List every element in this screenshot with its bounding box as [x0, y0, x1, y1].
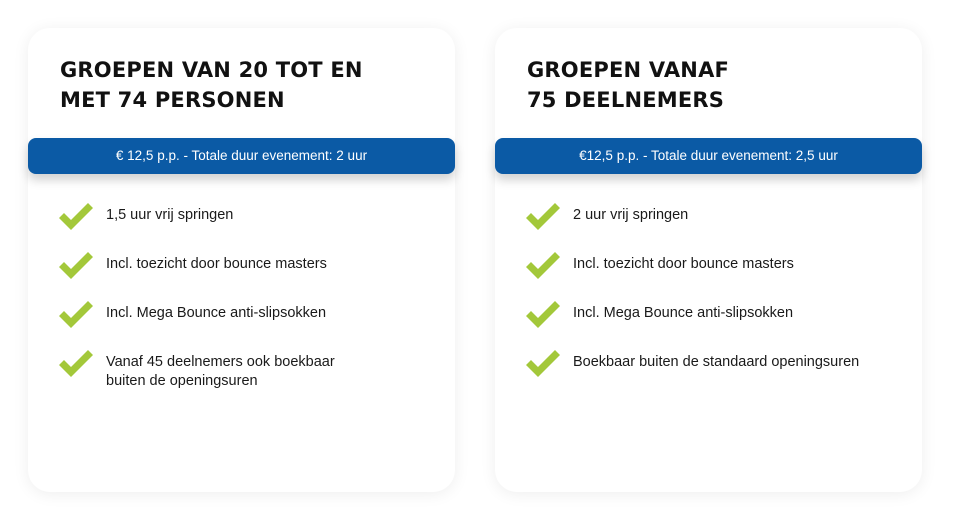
feature-item: Vanaf 45 deelnemers ook boekbaar buiten d…	[58, 349, 438, 391]
card-title-line-2: MET 74 PERSONEN	[60, 88, 285, 112]
feature-text: Vanaf 45 deelnemers ook boekbaar buiten d…	[58, 349, 438, 391]
feature-text-line-1: Vanaf 45 deelnemers ook boekbaar	[106, 354, 335, 370]
pricing-card-small-groups: GROEPEN VAN 20 TOT EN MET 74 PERSONEN € …	[28, 28, 455, 492]
feature-item: Incl. toezicht door bounce masters	[525, 251, 905, 283]
card-title-line-1: GROEPEN VANAF	[527, 58, 730, 82]
card-title: GROEPEN VANAF 75 DEELNEMERS	[527, 55, 729, 115]
price-bar: €12,5 p.p. - Totale duur evenement: 2,5 …	[495, 138, 922, 174]
feature-item: Incl. toezicht door bounce masters	[58, 251, 438, 283]
feature-text: 1,5 uur vrij springen	[106, 207, 234, 223]
feature-item: 2 uur vrij springen	[525, 202, 905, 234]
feature-text: 2 uur vrij springen	[573, 207, 689, 223]
checkmark-icon	[526, 301, 560, 328]
checkmark-icon	[526, 203, 560, 230]
feature-text: Incl. Mega Bounce anti-slipsokken	[573, 305, 794, 321]
feature-item: Boekbaar buiten de standaard openingsure…	[525, 349, 905, 381]
card-title-line-1: GROEPEN VAN 20 TOT EN	[60, 58, 363, 82]
checkmark-icon	[526, 350, 560, 377]
feature-text: Incl. toezicht door bounce masters	[106, 256, 327, 272]
card-title: GROEPEN VAN 20 TOT EN MET 74 PERSONEN	[60, 55, 363, 115]
pricing-card-large-groups: GROEPEN VANAF 75 DEELNEMERS €12,5 p.p. -…	[495, 28, 922, 492]
feature-list: 2 uur vrij springen Incl. toezicht door …	[525, 202, 905, 398]
price-bar: € 12,5 p.p. - Totale duur evenement: 2 u…	[28, 138, 455, 174]
feature-text: Incl. Mega Bounce anti-slipsokken	[106, 305, 327, 321]
feature-text: Boekbaar buiten de standaard openingsure…	[573, 354, 860, 370]
feature-item: 1,5 uur vrij springen	[58, 202, 438, 234]
card-title-line-2: 75 DEELNEMERS	[527, 88, 725, 112]
feature-list: 1,5 uur vrij springen Incl. toezicht doo…	[58, 202, 438, 408]
feature-item: Incl. Mega Bounce anti-slipsokken	[525, 300, 905, 332]
checkmark-icon	[59, 203, 93, 230]
checkmark-icon	[526, 252, 560, 279]
feature-text: Incl. toezicht door bounce masters	[573, 256, 794, 272]
checkmark-icon	[59, 301, 93, 328]
checkmark-icon	[59, 252, 93, 279]
feature-item: Incl. Mega Bounce anti-slipsokken	[58, 300, 438, 332]
feature-text-line-2: buiten de openingsuren	[106, 373, 258, 389]
checkmark-icon	[59, 350, 93, 377]
